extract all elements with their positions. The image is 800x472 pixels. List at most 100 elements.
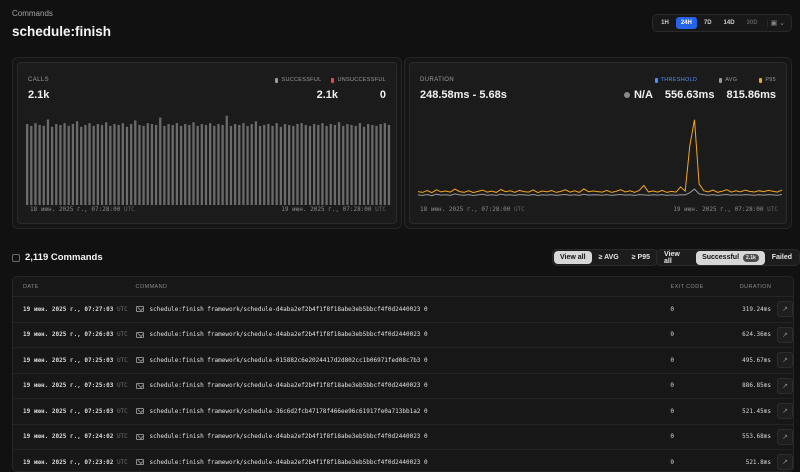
col-date[interactable]: DATE xyxy=(13,284,136,290)
p95-line xyxy=(418,119,782,194)
row-command: schedule:finish framework/schedule-36c6d… xyxy=(135,408,671,415)
open-details-icon[interactable]: ↗ xyxy=(777,352,793,369)
row-exit-code: 0 xyxy=(670,331,674,339)
row-duration: 553.68ms xyxy=(742,433,771,441)
row-date: 19 июн. 2025 г., 07:24:02 UTC xyxy=(23,433,128,441)
calls-bar-63 xyxy=(288,124,291,205)
duration-filter: View all ≥ AVG ≥ P95 xyxy=(552,249,658,266)
calls-bar-81 xyxy=(362,126,366,205)
calls-bar-12 xyxy=(75,121,79,205)
avg-value: 556.63ms xyxy=(664,89,715,101)
threshold-status-icon xyxy=(623,92,630,98)
col-exit-code[interactable]: EXIT CODE xyxy=(671,284,726,290)
row-command: schedule:finish framework/schedule-d4aba… xyxy=(135,433,671,440)
filter-view-all-duration[interactable]: View all xyxy=(554,251,592,264)
period-24h[interactable]: 24H xyxy=(675,17,697,29)
calls-bar-24 xyxy=(125,126,129,205)
calls-bar-53 xyxy=(246,125,249,205)
calls-bar-32 xyxy=(159,117,162,205)
calls-card: CALLS 2.1k SUCCESSFUL UNSUCCESSFUL 2.1k … xyxy=(17,62,397,224)
calls-bar-23 xyxy=(121,123,124,205)
calls-label: CALLS xyxy=(28,77,50,83)
calls-bar-55 xyxy=(254,121,258,205)
open-details-icon[interactable]: ↗ xyxy=(777,326,793,343)
col-command[interactable]: COMMAND xyxy=(136,284,671,290)
row-date: 19 июн. 2025 г., 07:25:03 UTC xyxy=(23,356,128,364)
duration-end-time: 19 июн. 2025 г., 07:28:00 UTC xyxy=(673,206,778,213)
calls-bar-41 xyxy=(196,125,199,205)
row-duration: 495.67ms xyxy=(742,356,771,364)
breadcrumb[interactable]: Commands xyxy=(12,9,53,18)
row-exit-code: 0 xyxy=(670,382,674,390)
calls-bar-56 xyxy=(258,125,262,205)
calls-bar-45 xyxy=(213,125,216,205)
table-row-0[interactable]: 19 июн. 2025 г., 07:27:03 UTC schedule:f… xyxy=(13,297,793,323)
duration-card: DURATION 248.58ms - 5.68s THRESHOLD AVG … xyxy=(409,62,787,224)
calls-bar-21 xyxy=(113,124,116,205)
calls-bar-42 xyxy=(200,124,203,205)
row-duration: 521.8ms xyxy=(745,458,771,466)
col-duration[interactable]: DURATION xyxy=(726,284,771,290)
period-1h[interactable]: 1H xyxy=(656,17,674,29)
calls-bar-28 xyxy=(142,125,145,205)
select-all-checkbox[interactable] xyxy=(12,253,20,262)
table-row-5[interactable]: 19 июн. 2025 г., 07:24:02 UTC schedule:f… xyxy=(13,425,793,450)
p95-swatch-icon xyxy=(759,77,763,83)
table-row-3[interactable]: 19 июн. 2025 г., 07:25:03 UTC schedule:f… xyxy=(13,374,793,399)
calls-end-time: 19 июн. 2025 г., 07:28:00 UTC xyxy=(281,206,386,213)
open-details-icon[interactable]: ↗ xyxy=(777,301,793,318)
calls-bar-84 xyxy=(375,125,378,205)
calls-bar-6 xyxy=(50,126,54,205)
table-row-1[interactable]: 19 июн. 2025 г., 07:26:03 UTC schedule:f… xyxy=(13,323,793,348)
calls-bar-71 xyxy=(321,123,324,205)
calls-bar-75 xyxy=(337,122,341,205)
filter-gte-avg[interactable]: ≥ AVG xyxy=(593,251,625,264)
calls-bar-57 xyxy=(263,124,266,205)
duration-value: 248.58ms - 5.68s xyxy=(420,89,507,101)
table-row-4[interactable]: 19 июн. 2025 г., 07:25:03 UTC schedule:f… xyxy=(13,399,793,425)
calls-bar-34 xyxy=(167,124,170,205)
calls-bar-39 xyxy=(188,124,191,205)
calls-bar-62 xyxy=(283,124,287,205)
calls-bar-3 xyxy=(38,124,41,205)
successful-swatch-icon xyxy=(275,77,279,83)
open-details-icon[interactable]: ↗ xyxy=(777,428,793,445)
calls-bar-67 xyxy=(304,124,307,205)
legend-p95: P95 xyxy=(759,77,776,83)
calls-bar-20 xyxy=(109,125,112,205)
open-details-icon[interactable]: ↗ xyxy=(777,403,793,420)
row-duration: 886.85ms xyxy=(742,382,771,390)
calls-bar-48 xyxy=(225,115,228,205)
open-details-icon[interactable]: ↗ xyxy=(777,377,793,394)
row-exit-code: 0 xyxy=(670,407,674,415)
calls-bar-76 xyxy=(342,125,345,205)
period-7d[interactable]: 7D xyxy=(699,17,717,29)
row-duration: 521.45ms xyxy=(742,407,771,415)
calls-bar-38 xyxy=(184,124,187,205)
calls-start-time: 18 июн. 2025 г., 07:28:00 UTC xyxy=(30,206,135,213)
row-exit-code: 0 xyxy=(670,458,674,466)
table-row-2[interactable]: 19 июн. 2025 г., 07:25:03 UTC schedule:f… xyxy=(13,348,793,374)
calls-bar-29 xyxy=(146,123,149,205)
row-exit-code: 0 xyxy=(670,433,674,441)
table-row-6[interactable]: 19 июн. 2025 г., 07:23:02 UTC schedule:f… xyxy=(13,450,793,471)
calls-bar-86 xyxy=(383,123,386,205)
command-icon xyxy=(135,357,144,364)
calls-bar-7 xyxy=(55,124,58,205)
filter-gte-p95[interactable]: ≥ P95 xyxy=(626,251,656,264)
calls-bar-10 xyxy=(67,125,70,205)
filter-failed[interactable]: Failed xyxy=(766,251,798,264)
filter-successful[interactable]: Successful 2.1k xyxy=(696,250,765,265)
calendar-icon[interactable]: ▣ ⌄ xyxy=(766,19,788,27)
filter-view-all-status[interactable]: View all xyxy=(658,248,695,268)
calls-bar-72 xyxy=(325,125,328,205)
calls-bar-79 xyxy=(354,125,357,205)
legend-threshold[interactable]: THRESHOLD xyxy=(654,77,698,83)
calls-bar-60 xyxy=(275,123,278,205)
duration-panel: DURATION 248.58ms - 5.68s THRESHOLD AVG … xyxy=(404,57,792,229)
calls-bar-0 xyxy=(26,124,29,205)
row-command: schedule:finish framework/schedule-d4aba… xyxy=(135,306,671,313)
period-14d[interactable]: 14D xyxy=(719,17,740,29)
row-command: schedule:finish framework/schedule-01588… xyxy=(135,357,671,364)
open-details-icon[interactable]: ↗ xyxy=(777,454,793,471)
